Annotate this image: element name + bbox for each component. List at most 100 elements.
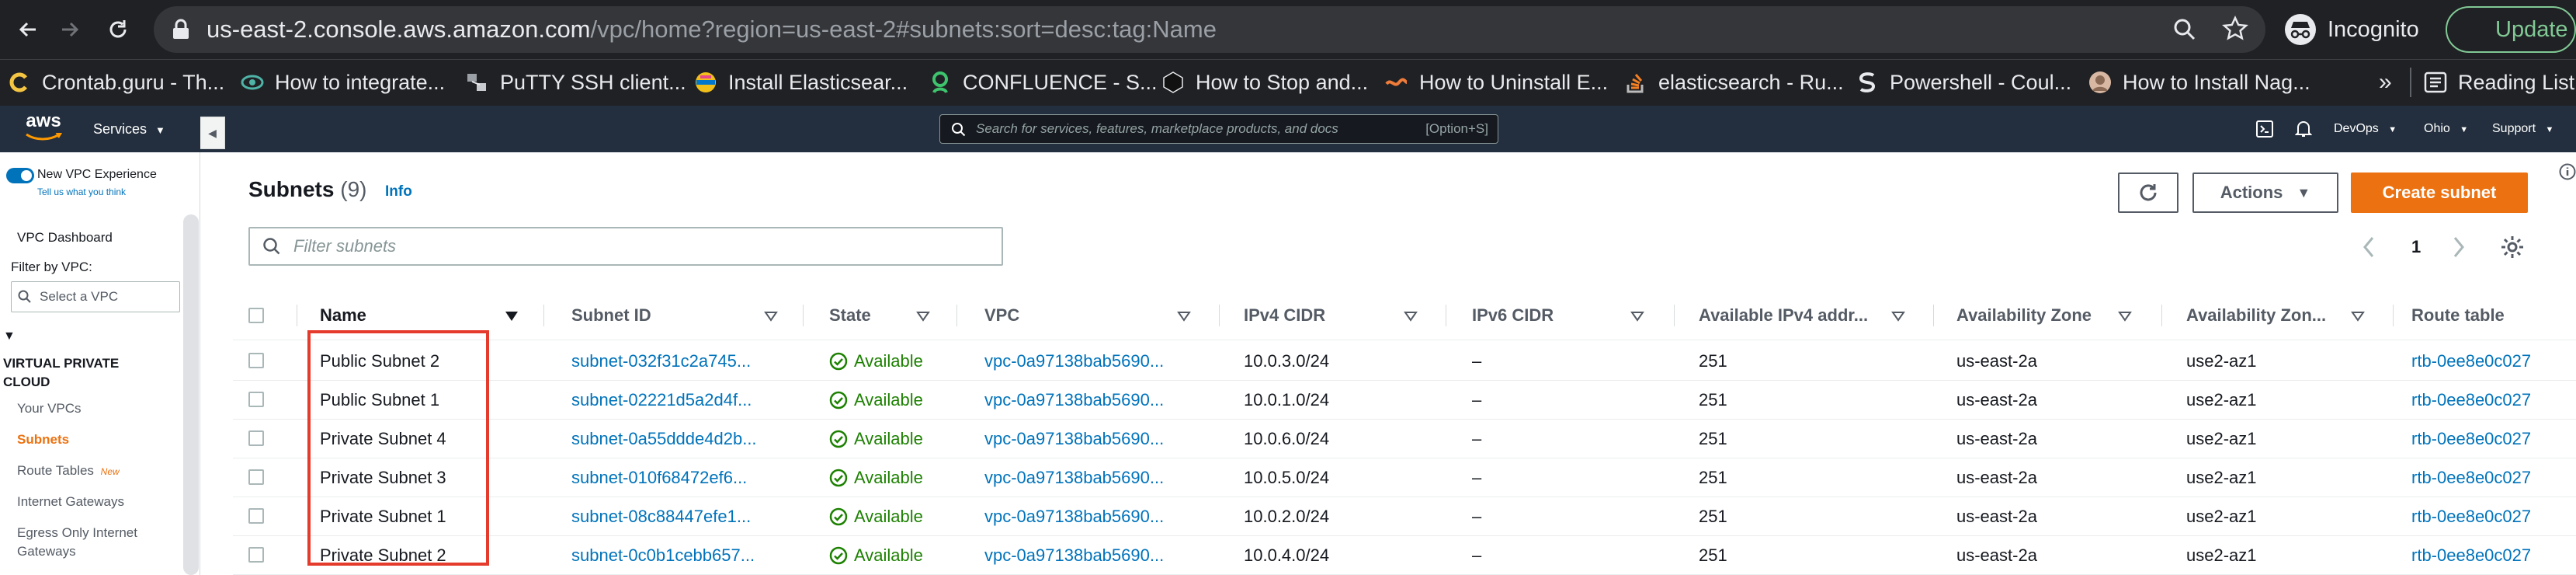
cell-vpc[interactable]: vpc-0a97138bab5690... [984,381,1210,420]
cell-subnet-id[interactable]: subnet-0c0b1cebb657... [571,536,789,575]
bookmarks-overflow-button[interactable]: » [2379,60,2392,105]
cell-vpc[interactable]: vpc-0a97138bab5690... [984,342,1210,381]
nav-egress-only-gateways-line2[interactable]: Gateways [17,544,76,559]
feedback-link[interactable]: Tell us what you think [37,186,126,197]
zoom-search-icon[interactable] [2172,17,2197,42]
column-header-available-ipv4[interactable]: Available IPv4 addr... [1699,291,1868,340]
cloudshell-button[interactable] [2256,106,2273,158]
nav-route-tables[interactable]: Route Tables New [17,463,120,479]
cell-subnet-id[interactable]: subnet-032f31c2a745... [571,342,789,381]
address-bar[interactable]: us-east-2.console.aws.amazon.com/vpc/hom… [154,6,2265,53]
sort-icon[interactable] [2351,311,2365,322]
bookmark-stop[interactable]: How to Stop and... [1161,60,1368,105]
table-row[interactable]: Private Subnet 1 subnet-08c88447efe1... Av… [233,497,2576,536]
cell-route-table[interactable]: rtb-0ee8e0c027 [2411,536,2576,575]
table-row[interactable]: Private Subnet 4 subnet-0a55ddde4d2b... Av… [233,420,2576,458]
bookmark-nagios[interactable]: How to Install Nag... [2088,60,2310,105]
sort-icon[interactable] [1404,311,1418,322]
select-all-checkbox[interactable] [248,308,264,323]
settings-gear-icon[interactable] [2500,235,2525,260]
bookmark-putty[interactable]: PuTTY SSH client... [466,60,686,105]
sort-icon[interactable] [764,311,778,322]
bookmark-confluence[interactable]: CONFLUENCE - S... [929,60,1158,105]
page-number[interactable]: 1 [2411,232,2421,263]
nav-subnets[interactable]: Subnets [17,432,69,448]
support-menu[interactable]: Support ▼ [2492,106,2553,153]
create-subnet-button[interactable]: Create subnet [2351,172,2528,213]
sort-icon[interactable] [1630,311,1644,322]
info-link[interactable]: Info [385,183,412,200]
bookmark-integrate[interactable]: How to integrate... [241,60,445,105]
caret-down-icon[interactable]: ▼ [3,329,16,343]
services-menu[interactable]: Services ▼ [93,106,165,154]
vpc-filter-select[interactable]: Select a VPC [11,281,180,312]
cell-subnet-id[interactable]: subnet-08c88447efe1... [571,497,789,536]
notifications-button[interactable] [2294,106,2313,159]
row-checkbox[interactable] [248,508,264,524]
table-row[interactable]: Public Subnet 2 subnet-032f31c2a745... Ava… [233,342,2576,381]
table-row[interactable]: Private Subnet 3 subnet-010f68472ef6... Av… [233,458,2576,497]
column-header-availability-zone-id[interactable]: Availability Zon... [2186,291,2326,340]
row-checkbox[interactable] [248,469,264,485]
column-header-ipv6-cidr[interactable]: IPv6 CIDR [1472,291,1554,340]
reading-list-button[interactable]: Reading List [2424,60,2574,105]
sort-desc-icon[interactable] [505,311,519,322]
column-header-vpc[interactable]: VPC [984,291,1019,340]
cell-vpc[interactable]: vpc-0a97138bab5690... [984,420,1210,458]
new-experience-toggle[interactable] [6,168,34,183]
reload-button[interactable] [99,11,137,48]
actions-button[interactable]: Actions ▼ [2192,172,2338,213]
cell-route-table[interactable]: rtb-0ee8e0c027 [2411,342,2576,381]
aws-logo[interactable]: aws [23,110,64,146]
cell-route-table[interactable]: rtb-0ee8e0c027 [2411,381,2576,420]
collapse-nav-button[interactable]: ◀ [200,117,225,149]
bookmark-elasticsearch[interactable]: elasticsearch - Ru... [1624,60,1844,105]
region-menu[interactable]: Ohio ▼ [2424,106,2468,153]
column-header-subnet-id[interactable]: Subnet ID [571,291,651,340]
column-header-availability-zone[interactable]: Availability Zone [1956,291,2092,340]
aws-search-input[interactable]: Search for services, features, marketpla… [939,114,1498,144]
bookmark-powershell[interactable]: Powershell - Coul... [1856,60,2071,105]
bookmark-uninstall[interactable]: How to Uninstall E... [1385,60,1608,105]
sort-icon[interactable] [2118,311,2132,322]
row-checkbox[interactable] [248,392,264,407]
chevron-right-icon[interactable] [2450,235,2467,260]
forward-button[interactable] [51,11,89,48]
bookmark-elastic[interactable]: Install Elasticsear... [694,60,908,105]
refresh-button[interactable] [2118,172,2178,213]
sort-icon[interactable] [916,311,930,322]
sort-icon[interactable] [1891,311,1905,322]
info-panel-icon[interactable] [2559,163,2576,185]
nav-scrollbar[interactable] [183,214,199,575]
row-checkbox[interactable] [248,430,264,446]
nav-egress-only-gateways[interactable]: Egress Only Internet [17,525,137,541]
back-button[interactable] [9,11,47,48]
sort-icon[interactable] [1177,311,1191,322]
nav-your-vpcs[interactable]: Your VPCs [17,401,82,416]
cell-subnet-id[interactable]: subnet-02221d5a2d4f... [571,381,789,420]
bookmark-star-icon[interactable] [2222,16,2248,42]
cell-route-table[interactable]: rtb-0ee8e0c027 [2411,420,2576,458]
cell-route-table[interactable]: rtb-0ee8e0c027 [2411,497,2576,536]
row-checkbox[interactable] [248,353,264,368]
nav-vpc-dashboard[interactable]: VPC Dashboard [17,230,113,246]
column-header-ipv4-cidr[interactable]: IPv4 CIDR [1244,291,1325,340]
account-menu[interactable]: DevOps ▼ [2334,106,2397,153]
cell-vpc[interactable]: vpc-0a97138bab5690... [984,536,1210,575]
nav-internet-gateways[interactable]: Internet Gateways [17,494,124,510]
cell-subnet-id[interactable]: subnet-010f68472ef6... [571,458,789,497]
incognito-indicator[interactable]: Incognito [2284,8,2419,51]
column-header-state[interactable]: State [829,291,871,340]
filter-subnets-input[interactable]: Filter subnets [248,227,1003,266]
cell-vpc[interactable]: vpc-0a97138bab5690... [984,458,1210,497]
column-header-route-table[interactable]: Route table [2411,291,2505,340]
table-row[interactable]: Public Subnet 1 subnet-02221d5a2d4f... Ava… [233,381,2576,420]
table-row[interactable]: Private Subnet 2 subnet-0c0b1cebb657... Av… [233,536,2576,575]
cell-route-table[interactable]: rtb-0ee8e0c027 [2411,458,2576,497]
chevron-left-icon[interactable] [2360,235,2377,260]
cell-vpc[interactable]: vpc-0a97138bab5690... [984,497,1210,536]
update-button[interactable]: Update [2446,6,2576,53]
row-checkbox[interactable] [248,547,264,563]
bookmark-crontab[interactable]: Crontab.guru - Th... [8,60,224,105]
cell-subnet-id[interactable]: subnet-0a55ddde4d2b... [571,420,789,458]
